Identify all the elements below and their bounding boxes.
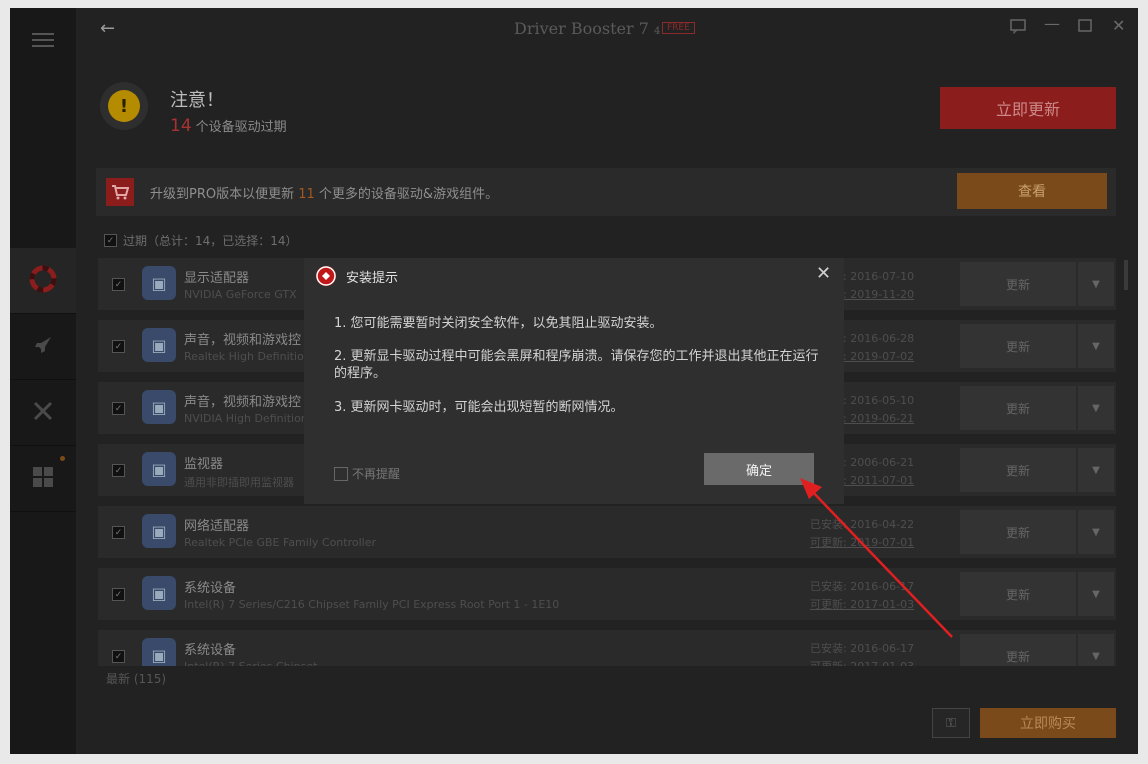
app-title: Driver Booster 7 4 — [514, 19, 661, 38]
driver-description: NVIDIA GeForce GTX — [184, 288, 297, 301]
device-icon: ▣ — [142, 266, 176, 300]
driver-name: 监视器 — [184, 457, 224, 472]
tip-line-1: 1. 您可能需要暂时关闭安全软件，以免其阻止驱动安装。 — [334, 316, 663, 331]
available-date[interactable]: 可更新: 2017-01-03 — [810, 658, 914, 666]
rocket-icon — [31, 333, 55, 361]
chevron-down-icon[interactable]: ▼ — [1078, 448, 1114, 492]
driver-name: 网络适配器 — [184, 519, 250, 534]
sidebar-item-action-center[interactable] — [10, 446, 76, 512]
driver-checkbox[interactable]: ✓ — [112, 464, 125, 477]
chevron-down-icon[interactable]: ▼ — [1078, 262, 1114, 306]
driver-name: 系统设备 — [184, 643, 237, 658]
driver-checkbox[interactable]: ✓ — [112, 402, 125, 415]
sidebar-item-boost[interactable] — [10, 314, 76, 380]
buy-now-button[interactable]: 立即购买 — [980, 708, 1116, 738]
free-badge: FREE — [662, 22, 695, 34]
installed-date: 已安装: 2016-06-17 — [810, 580, 915, 593]
cart-icon — [106, 178, 134, 206]
select-all-checkbox[interactable]: ✓ — [104, 234, 117, 247]
row-update-button[interactable]: 更新 — [960, 386, 1076, 430]
chevron-down-icon[interactable]: ▼ — [1078, 510, 1114, 554]
dont-remind-checkbox[interactable] — [334, 466, 348, 481]
driver-description: 通用非即插即用监视器 — [184, 476, 294, 489]
driver-name: 系统设备 — [184, 581, 237, 596]
lifebuoy-icon — [29, 265, 57, 297]
close-icon[interactable]: ✕ — [1112, 16, 1125, 35]
dont-remind-option[interactable]: 不再提醒 — [334, 465, 400, 482]
driver-checkbox[interactable]: ✓ — [112, 650, 125, 663]
latest-section-header[interactable]: 最新 (115) — [106, 670, 166, 687]
install-tips-dialog: 安装提示 ✕ 1. 您可能需要暂时关闭安全软件，以免其阻止驱动安装。 2. 更新… — [304, 258, 844, 504]
view-pro-button[interactable]: 查看 — [957, 173, 1107, 209]
pro-upgrade-banner: 升级到PRO版本以便更新 11 个更多的设备驱动&游戏组件。 查看 — [96, 168, 1116, 216]
tools-icon — [31, 399, 55, 427]
dialog-title: 安装提示 — [346, 271, 399, 286]
driver-description: Intel(R) 7 Series/C216 Chipset Family PC… — [184, 598, 560, 611]
maximize-icon[interactable] — [1078, 18, 1092, 37]
promo-text: 升级到PRO版本以便更新 11 个更多的设备驱动&游戏组件。 — [150, 187, 499, 202]
row-update-button[interactable]: 更新 — [960, 448, 1076, 492]
driver-checkbox[interactable]: ✓ — [112, 340, 125, 353]
driver-row[interactable]: ✓ ▣ 网络适配器 Realtek PCIe GBE Family Controlle… — [98, 506, 1116, 558]
apps-grid-icon — [31, 465, 55, 493]
feedback-icon[interactable] — [1010, 18, 1026, 38]
alert-title: 注意！ — [170, 90, 224, 111]
chevron-down-icon[interactable]: ▼ — [1078, 386, 1114, 430]
hamburger-menu-icon[interactable] — [10, 8, 76, 72]
notification-dot — [60, 456, 65, 461]
alert-subtitle: 14 个设备驱动过期 — [170, 116, 287, 136]
update-now-button[interactable]: 立即更新 — [940, 87, 1116, 129]
driver-checkbox[interactable]: ✓ — [112, 278, 125, 291]
driver-name: 声音，视频和游戏控 — [184, 395, 302, 410]
driver-description: Realtek High Definition — [184, 350, 311, 363]
driver-checkbox[interactable]: ✓ — [112, 526, 125, 539]
row-update-button[interactable]: 更新 — [960, 634, 1076, 666]
driver-description: NVIDIA High Definition — [184, 412, 308, 425]
row-update-button[interactable]: 更新 — [960, 510, 1076, 554]
driver-name: 显示适配器 — [184, 271, 250, 286]
device-icon: ▣ — [142, 638, 176, 666]
available-date[interactable]: 可更新: 2017-01-03 — [810, 596, 914, 612]
chevron-down-icon[interactable]: ▼ — [1078, 324, 1114, 368]
device-icon: ▣ — [142, 514, 176, 548]
row-update-button[interactable]: 更新 — [960, 262, 1076, 306]
chevron-down-icon[interactable]: ▼ — [1078, 572, 1114, 616]
driver-name: 声音，视频和游戏控 — [184, 333, 302, 348]
tip-line-3: 3. 更新网卡驱动时，可能会出现短暂的断网情况。 — [334, 400, 624, 415]
driver-row[interactable]: ✓ ▣ 系统设备 Intel(R) 7 Series/C216 Chipset Fam… — [98, 568, 1116, 620]
back-arrow-icon[interactable]: ← — [100, 18, 115, 39]
license-key-button[interactable]: ⚿ — [932, 708, 970, 738]
sidebar-item-scan[interactable] — [10, 248, 76, 314]
device-icon: ▣ — [142, 390, 176, 424]
sidebar-item-tools[interactable] — [10, 380, 76, 446]
titlebar: ← Driver Booster 7 4 FREE — ✕ — [76, 8, 1138, 50]
row-update-button[interactable]: 更新 — [960, 572, 1076, 616]
driver-row[interactable]: ✓ ▣ 系统设备 Intel(R) 7 Series Chipset 已安装: 2016… — [98, 630, 1116, 666]
driver-checkbox[interactable]: ✓ — [112, 588, 125, 601]
outdated-section-header[interactable]: ✓ 过期（总计：14，已选择：14） — [104, 232, 298, 249]
device-icon: ▣ — [142, 576, 176, 610]
row-update-button[interactable]: 更新 — [960, 324, 1076, 368]
key-icon: ⚿ — [946, 715, 956, 731]
tip-line-2: 2. 更新显卡驱动过程中可能会黑屏和程序崩溃。请保存您的工作并退出其他正在运行的… — [334, 349, 819, 381]
device-icon: ▣ — [142, 328, 176, 362]
available-date[interactable]: 可更新: 2019-07-01 — [810, 534, 914, 550]
chevron-down-icon[interactable]: ▼ — [1078, 634, 1114, 666]
device-icon: ▣ — [142, 452, 176, 486]
installed-date: 已安装: 2016-04-22 — [810, 518, 915, 531]
warning-icon: ! — [100, 82, 148, 130]
confirm-button[interactable]: 确定 — [704, 453, 814, 485]
left-sidebar — [10, 8, 76, 754]
driver-description: Intel(R) 7 Series Chipset — [184, 660, 317, 666]
dialog-close-icon[interactable]: ✕ — [816, 264, 831, 284]
driver-description: Realtek PCIe GBE Family Controller — [184, 536, 377, 549]
outdated-count: 14 — [170, 116, 192, 136]
app-logo-icon — [316, 266, 336, 286]
installed-date: 已安装: 2016-06-17 — [810, 642, 915, 655]
minimize-icon[interactable]: — — [1044, 14, 1060, 33]
scrollbar-thumb[interactable] — [1124, 260, 1128, 290]
